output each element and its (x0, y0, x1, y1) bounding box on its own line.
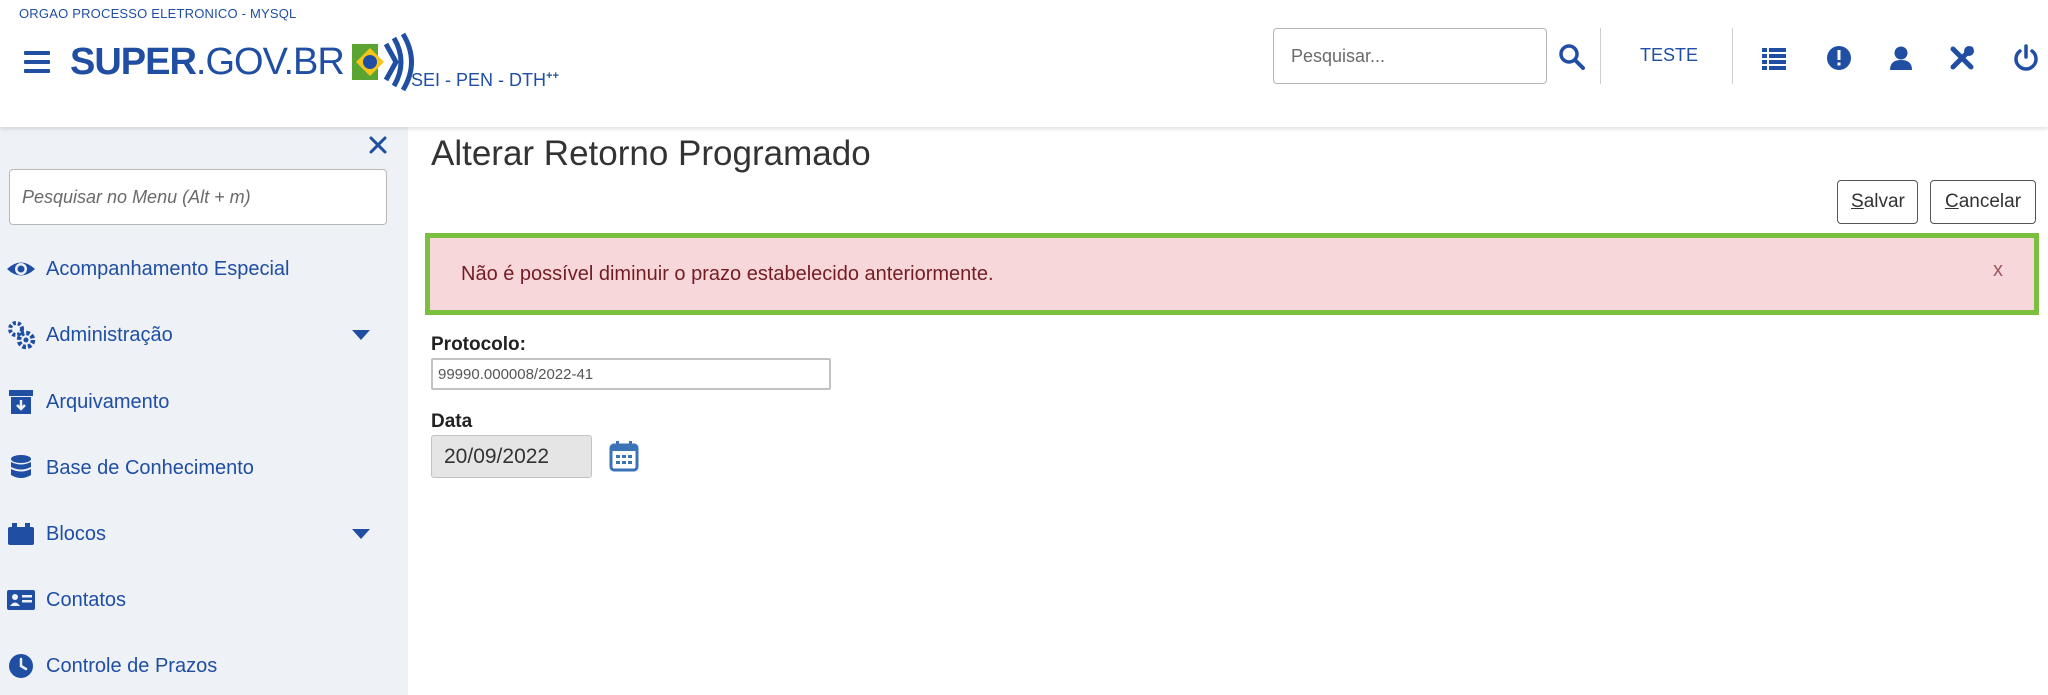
header-separator (1732, 28, 1733, 84)
sidebar-item-label: Contatos (46, 588, 127, 611)
sidebar-item-blocos[interactable]: Blocos (0, 509, 408, 559)
menu-search-input[interactable] (9, 169, 387, 225)
eye-icon (7, 262, 35, 276)
logo-mark-icon (351, 32, 414, 92)
top-header: ORGAO PROCESSO ELETRONICO - MYSQL SUPER.… (0, 0, 2048, 127)
archive-icon (9, 390, 33, 414)
search-icon[interactable] (1558, 43, 1586, 71)
sidebar-item-arquivamento[interactable]: Arquivamento (0, 377, 408, 427)
sidebar: Acompanhamento Especial Administração Ar… (0, 127, 408, 695)
chevron-down-icon[interactable] (352, 330, 370, 340)
date-field[interactable] (431, 435, 592, 478)
header-separator (1600, 28, 1601, 84)
list-icon[interactable] (1760, 44, 1788, 72)
calendar-icon[interactable] (609, 440, 639, 472)
global-search-input[interactable] (1273, 28, 1547, 84)
alert-close-button[interactable]: x (1993, 259, 2003, 282)
save-button[interactable]: Salvar (1837, 180, 1918, 224)
sidebar-item-label: Base de Conhecimento (46, 456, 254, 479)
blocks-icon (8, 523, 34, 545)
sidebar-item-label: Arquivamento (46, 390, 170, 413)
unit-selector-link[interactable]: TESTE (1640, 45, 1698, 66)
sidebar-item-label: Administração (46, 323, 173, 346)
power-icon[interactable] (2012, 44, 2040, 72)
close-sidebar-icon[interactable] (368, 135, 388, 155)
logo-text-domain: .GOV.BR (195, 40, 345, 83)
menu-icon[interactable] (24, 51, 50, 73)
protocolo-field[interactable] (431, 358, 831, 390)
sidebar-item-contatos[interactable]: Contatos (0, 575, 408, 625)
database-icon (11, 455, 31, 478)
system-subtitle: SEI - PEN - DTH++ (411, 70, 559, 90)
sidebar-item-acompanhamento-especial[interactable]: Acompanhamento Especial (0, 244, 408, 294)
logo-text-bold: SUPER (70, 40, 197, 83)
data-label: Data (431, 411, 473, 432)
sidebar-item-label: Blocos (46, 522, 107, 545)
error-alert-message: Não é possível diminuir o prazo estabele… (461, 263, 994, 285)
gears-icon (8, 321, 36, 350)
organization-name: ORGAO PROCESSO ELETRONICO - MYSQL (19, 6, 297, 21)
sidebar-item-administracao[interactable]: Administração (0, 310, 408, 360)
clock-icon (9, 654, 33, 678)
page-title: Alterar Retorno Programado (431, 134, 871, 173)
sidebar-item-label: Acompanhamento Especial (46, 257, 290, 280)
error-alert: Não é possível diminuir o prazo estabele… (425, 233, 2039, 315)
sidebar-item-controle-de-prazos[interactable]: Controle de Prazos (0, 641, 408, 691)
chevron-down-icon[interactable] (352, 529, 370, 539)
protocolo-label: Protocolo: (431, 334, 526, 355)
cancel-button[interactable]: Cancelar (1930, 180, 2036, 224)
tools-icon[interactable] (1948, 44, 1976, 72)
sidebar-item-label: Controle de Prazos (46, 654, 218, 677)
user-icon[interactable] (1887, 44, 1915, 72)
super-gov-logo[interactable]: SUPER.GOV.BR (70, 30, 418, 94)
contact-card-icon (7, 590, 35, 610)
sidebar-item-base-de-conhecimento[interactable]: Base de Conhecimento (0, 443, 408, 493)
info-icon[interactable] (1825, 44, 1853, 72)
